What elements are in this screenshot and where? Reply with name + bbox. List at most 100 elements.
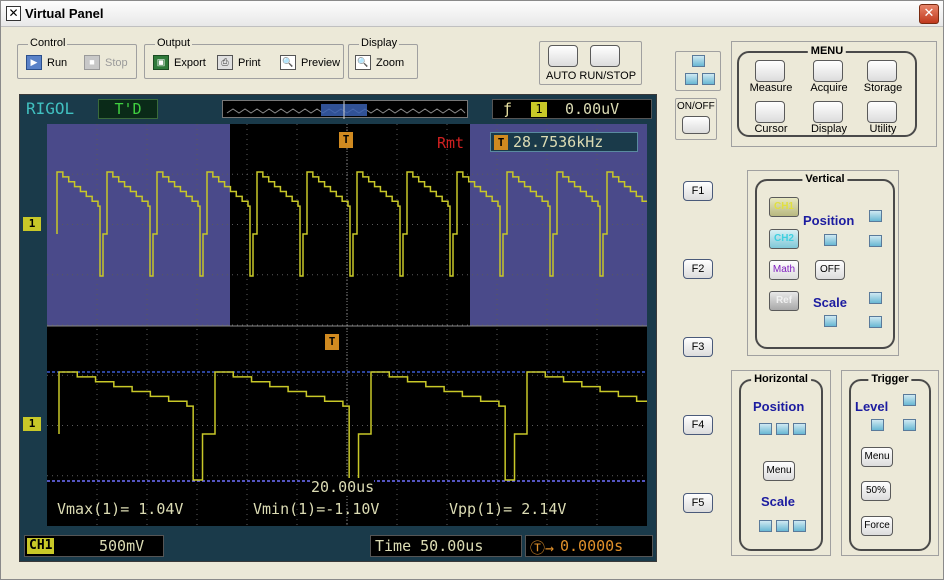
preview-icon: 🔍 [280,55,296,70]
horizontal-menu-button[interactable]: Menu [763,461,795,481]
vertical-scale-knob-button[interactable] [824,315,837,327]
vertical-position-down-button[interactable] [869,235,882,247]
nav-pad [675,51,721,91]
vmax-readout: Vmax(1)= 1.04V [57,500,184,518]
print-button[interactable]: ⎙ Print [217,55,261,70]
trigger-menu-button[interactable]: Menu [861,447,893,467]
onoff-button[interactable] [682,116,710,134]
stop-label: Stop [105,56,128,69]
f1-button[interactable]: F1 [683,181,713,201]
display-button[interactable] [813,101,843,123]
horizontal-position-left-button[interactable] [759,423,772,435]
trigger-position-marker-top[interactable]: T [339,132,353,148]
ch1-offset-marker-top[interactable]: 1 [23,217,41,231]
menu-panel: MENU Measure Acquire Storage Cursor Disp… [737,45,917,137]
f4-button[interactable]: F4 [683,415,713,435]
f5-button[interactable]: F5 [683,493,713,513]
control-group: Control ▶ Run ■ Stop [17,37,137,79]
measure-button[interactable] [755,60,785,82]
vertical-panel: Vertical CH1 CH2 Math Ref OFF Position S… [755,173,895,349]
ref-button[interactable]: Ref [769,291,799,311]
acquire-label: Acquire [810,82,848,94]
control-group-label: Control [28,37,68,49]
trigger-info: ƒ 1 0.00uV [492,99,652,119]
trigger-offset-readout: 0.0000s [560,537,624,555]
horizontal-scale-left-button[interactable] [759,520,772,532]
horizontal-panel: Horizontal Position Menu Scale [739,373,823,551]
trigger-status: T'D [98,99,158,119]
horizontal-position-label: Position [753,399,805,414]
frequency-readout: 28.7536kHz [513,133,604,151]
run-label: Run [47,56,68,69]
f2-button[interactable]: F2 [683,259,713,279]
trigger-position-marker-bottom[interactable]: T [325,334,339,350]
horizontal-scale-knob-button[interactable] [776,520,789,532]
run-button[interactable]: ▶ Run [26,55,67,70]
auto-run-stop-label: AUTO RUN/STOP [546,70,637,82]
output-group-label: Output [155,37,193,49]
vertical-position-knob-button[interactable] [824,234,837,246]
cursor-button[interactable] [755,101,785,123]
export-icon: ▣ [153,55,169,70]
trigger-level-readout: 0.00uV [565,100,620,118]
trigger-panel: Trigger Level Menu 50% Force [849,373,931,551]
waveform-plot: T T Rmt T 28.7536kHz 20.00us Vmax(1)= 1.… [47,124,672,526]
trigger-force-button[interactable]: Force [861,516,893,536]
onoff-group: ON/OFF [675,98,717,140]
utility-button[interactable] [867,101,897,123]
time-base-readout: Time 50.00us [375,537,484,555]
nav-left-button[interactable] [685,73,698,85]
trigger-level-up-button[interactable] [903,394,916,406]
trigger-offset-box: Ⓣ→ 0.0000s [525,535,653,557]
onoff-label: ON/OFF [677,101,715,112]
storage-label: Storage [863,82,903,94]
stop-button[interactable]: ■ Stop [84,55,128,70]
cursor-label: Cursor [754,123,788,135]
f3-button[interactable]: F3 [683,337,713,357]
waveform-graphic [47,124,672,526]
zoom-button[interactable]: 🔍 Zoom [355,55,404,70]
trigger-offset-icon: Ⓣ→ [530,539,555,557]
run-icon: ▶ [26,55,42,70]
nav-up-button[interactable] [692,55,705,67]
zoom-label: Zoom [376,56,405,69]
zoom-icon: 🔍 [355,55,371,70]
vertical-scale-label: Scale [813,295,847,310]
stop-icon: ■ [84,55,100,70]
run-stop-button[interactable] [590,45,620,67]
trigger-title: Trigger [868,373,912,385]
vertical-title: Vertical [802,173,848,185]
math-button[interactable]: Math [769,260,799,280]
scope-screen: RIGOL T'D ƒ 1 0.00uV T T Rmt T 28.7536kH… [19,94,672,562]
ch1-offset-marker-bottom[interactable]: 1 [23,417,41,431]
channel-off-button[interactable]: OFF [815,260,845,280]
menu-title: MENU [807,45,847,57]
vertical-scale-up-button[interactable] [869,292,882,304]
trigger-level-down-button[interactable] [903,419,916,431]
vertical-position-up-button[interactable] [869,210,882,222]
horizontal-position-knob-button[interactable] [776,423,789,435]
export-button[interactable]: ▣ Export [153,55,206,70]
memory-position-bar [222,100,468,119]
vertical-scale-down-button[interactable] [869,316,882,328]
nav-right-button[interactable] [702,73,715,85]
horizontal-position-right-button[interactable] [793,423,806,435]
auto-button[interactable] [548,45,578,67]
trigger-50-percent-button[interactable]: 50% [861,481,891,501]
horizontal-scale-label: Scale [761,494,795,509]
ch1-button[interactable]: CH1 [769,197,799,217]
ch1-scale-readout: 500mV [99,537,145,555]
frequency-readout-box: T 28.7536kHz [490,132,638,152]
ch1-scale-box: CH1 500mV [24,535,164,557]
acquire-button[interactable] [813,60,843,82]
print-label: Print [238,56,261,69]
storage-button[interactable] [867,60,897,82]
horizontal-scale-right-button[interactable] [793,520,806,532]
preview-label: Preview [301,56,341,69]
run-controls-group: AUTO RUN/STOP [539,41,642,85]
trigger-level-knob-button[interactable] [871,419,884,431]
close-button[interactable]: ✕ [919,4,939,24]
ch2-button[interactable]: CH2 [769,229,799,249]
vmin-readout: Vmin(1)=-1.10V [253,500,380,518]
preview-button[interactable]: 🔍 Preview [280,55,340,70]
